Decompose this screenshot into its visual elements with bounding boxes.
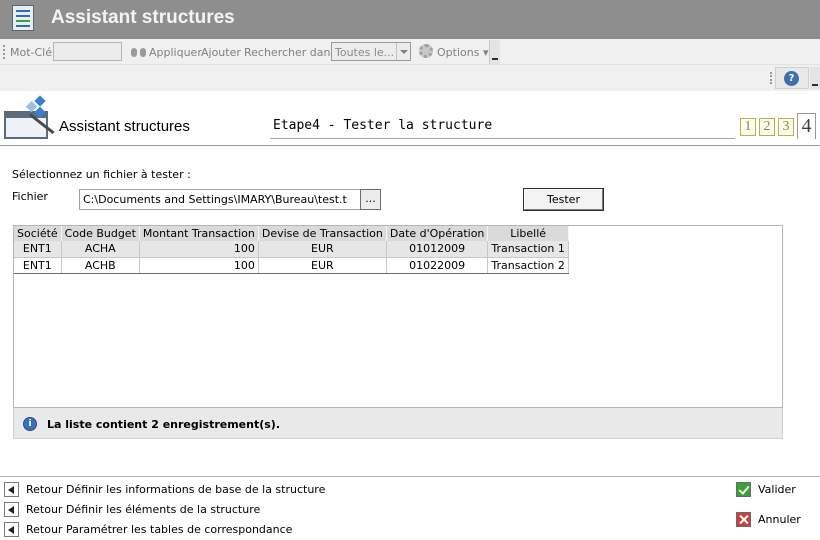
preview-table: Société Code Budget Montant Transaction …	[14, 226, 569, 274]
step-title: Etape4 - Tester la structure	[273, 118, 493, 133]
step-underline	[270, 138, 735, 139]
toolbar-overflow-button[interactable]	[489, 40, 500, 64]
footer-navigation: Retour Définir les informations de base …	[0, 476, 820, 540]
options-menu[interactable]: Options ▾	[437, 46, 488, 59]
preview-grid[interactable]: Société Code Budget Montant Transaction …	[13, 225, 783, 408]
wizard-header: Assistant structures Etape4 - Tester la …	[0, 91, 820, 146]
column-header-montant[interactable]: Montant Transaction	[139, 226, 259, 241]
table-cell: ENT1	[14, 241, 62, 258]
test-button[interactable]: Tester	[523, 188, 604, 211]
table-cell: 100	[139, 241, 259, 258]
step-4-tab-current[interactable]: 4	[797, 113, 816, 139]
back-link-label: Retour Définir les informations de base …	[26, 483, 326, 496]
add-button[interactable]: Ajouter	[201, 46, 241, 59]
help-toolbar-overflow-button[interactable]	[810, 67, 820, 89]
arrow-left-icon	[4, 482, 19, 497]
back-link-label: Retour Paramétrer les tables de correspo…	[26, 523, 293, 536]
column-header-date[interactable]: Date d'Opération	[386, 226, 489, 241]
wizard-icon	[4, 95, 55, 139]
column-header-libelle[interactable]: Libellé	[487, 226, 569, 241]
info-icon: i	[23, 417, 37, 431]
keyword-label: Mot-Clé	[10, 46, 53, 59]
table-cell: Transaction 2	[487, 257, 569, 274]
file-label: Fichier	[12, 190, 48, 203]
step-2-tab[interactable]: 2	[759, 118, 775, 136]
binoculars-icon[interactable]	[131, 44, 146, 58]
browse-button[interactable]: ...	[360, 189, 381, 210]
checkmark-icon	[736, 482, 751, 497]
file-path-input[interactable]: C:\Documents and Settings\IMARY\Bureau\t…	[79, 189, 361, 210]
arrow-left-icon	[4, 522, 19, 537]
app-icon	[12, 5, 34, 31]
table-cell: ACHB	[61, 257, 140, 274]
table-cell: 01012009	[386, 241, 489, 258]
gear-icon[interactable]	[419, 44, 433, 58]
main-content: Sélectionnez un fichier à tester : Fichi…	[0, 146, 820, 476]
column-header-societe[interactable]: Société	[14, 226, 62, 241]
table-cell: ACHA	[61, 241, 140, 258]
window-title: Assistant structures	[51, 7, 235, 28]
help-toolbar: ?	[0, 65, 820, 91]
apply-button[interactable]: Appliquer	[149, 46, 202, 59]
cancel-label: Annuler	[758, 513, 801, 526]
help-button[interactable]: ?	[775, 67, 809, 89]
table-row[interactable]: ENT1 ACHA 100 EUR 01012009 Transaction 1	[14, 241, 569, 258]
title-bar: Assistant structures	[0, 0, 820, 39]
keyword-input[interactable]	[53, 42, 122, 61]
arrow-left-icon	[4, 502, 19, 517]
search-scope-select[interactable]: Toutes le...	[331, 42, 411, 61]
table-cell: EUR	[258, 241, 387, 258]
column-header-devise[interactable]: Devise de Transaction	[258, 226, 387, 241]
validate-label: Valider	[758, 483, 796, 496]
grid-status-bar: i La liste contient 2 enregistrement(s).	[13, 408, 783, 439]
chevron-down-icon[interactable]	[396, 43, 410, 60]
instruction-text: Sélectionnez un fichier à tester :	[12, 168, 191, 181]
table-cell: ENT1	[14, 257, 62, 274]
close-icon	[736, 512, 751, 527]
table-cell: Transaction 1	[487, 241, 569, 258]
table-cell: EUR	[258, 257, 387, 274]
help-toolbar-grip[interactable]	[770, 72, 772, 84]
table-header-row: Société Code Budget Montant Transaction …	[14, 226, 569, 241]
column-header-code-budget[interactable]: Code Budget	[61, 226, 140, 241]
step-3-tab[interactable]: 3	[778, 118, 794, 136]
wizard-title: Assistant structures	[59, 118, 190, 135]
step-1-tab[interactable]: 1	[740, 118, 756, 136]
toolbar: Mot-Clé Appliquer Ajouter Rechercher dan…	[0, 39, 820, 65]
table-cell: 01022009	[386, 257, 489, 274]
help-icon: ?	[784, 71, 799, 86]
search-in-label: Rechercher dans	[244, 46, 337, 59]
table-cell: 100	[139, 257, 259, 274]
toolbar-grip[interactable]	[3, 45, 5, 59]
table-row[interactable]: ENT1 ACHB 100 EUR 01022009 Transaction 2	[14, 257, 569, 274]
back-link-label: Retour Définir les éléments de la struct…	[26, 503, 261, 516]
search-scope-value: Toutes le...	[335, 46, 395, 59]
options-label: Options	[437, 46, 480, 59]
record-count-message: La liste contient 2 enregistrement(s).	[47, 418, 281, 431]
